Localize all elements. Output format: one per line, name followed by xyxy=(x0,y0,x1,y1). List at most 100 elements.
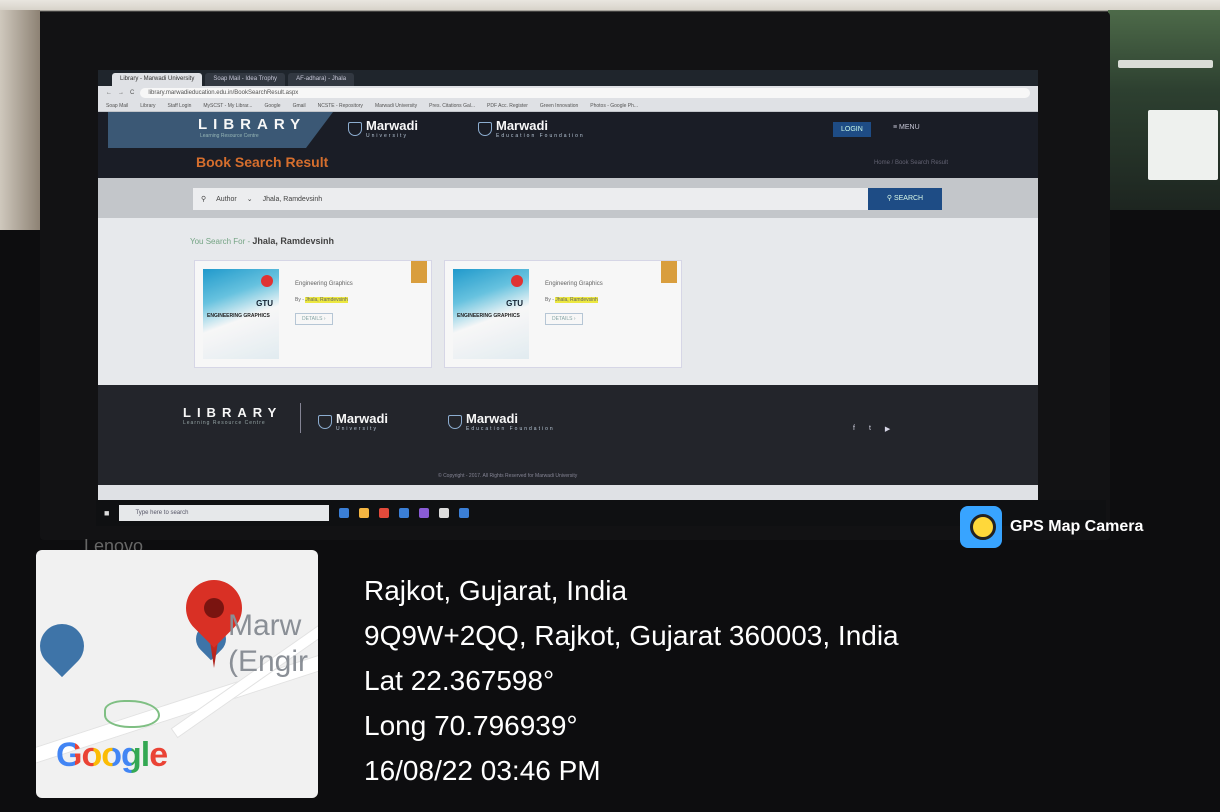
taskbar-app-icon[interactable] xyxy=(459,508,470,518)
library-subtitle: Learning Resource Centre xyxy=(200,133,259,139)
bookmark-item[interactable]: Green Innovation xyxy=(540,103,578,109)
search-summary-label: You Search For - xyxy=(190,237,251,246)
brand-subtitle: University xyxy=(336,426,378,432)
book-title[interactable]: Engineering Graphics xyxy=(545,281,603,287)
google-logo: Google xyxy=(56,736,168,775)
google-wordmark: Google xyxy=(56,736,168,774)
bookmark-ribbon-icon xyxy=(411,261,427,283)
brand-subtitle: Education Foundation xyxy=(496,133,585,139)
bookmark-item[interactable]: Google xyxy=(264,103,280,109)
bookmark-item[interactable]: Staff Login xyxy=(168,103,192,109)
author-name: Jhala, Ramdevsinh xyxy=(305,297,348,303)
cover-title: ENGINEERING GRAPHICS xyxy=(207,313,270,319)
chevron-down-icon[interactable]: ⌄ xyxy=(247,195,253,203)
photo-scene: Library - Marwadi University Soap Mail -… xyxy=(0,0,1220,812)
address-bar-row: ← → C library.marwadieducation.edu.in/Bo… xyxy=(98,86,1038,100)
reload-icon[interactable]: C xyxy=(130,90,134,96)
search-input[interactable]: Jhala, Ramdevsinh xyxy=(263,196,323,203)
taskbar-app-icon[interactable] xyxy=(439,508,450,518)
search-button[interactable]: ⚲ SEARCH xyxy=(868,188,942,210)
bookmark-item[interactable]: NCSTE - Repository xyxy=(318,103,363,109)
author-prefix: By - xyxy=(545,297,554,303)
back-icon[interactable]: ← xyxy=(106,90,112,96)
forward-icon[interactable]: → xyxy=(118,90,124,96)
gps-app-name: GPS Map Camera xyxy=(1010,518,1144,535)
site-footer: LIBRARY Learning Resource Centre Marwadi U… xyxy=(98,385,1038,485)
footer-university-logo[interactable]: Marwadi University xyxy=(318,411,388,432)
shield-icon xyxy=(478,121,492,136)
bookmark-item[interactable]: PDF Acc. Register xyxy=(487,103,528,109)
book-title[interactable]: Engineering Graphics xyxy=(295,281,353,287)
browser-tab[interactable]: AF-adhara) - Jhala xyxy=(288,73,355,86)
results-section: You Search For - Jhala, Ramdevsinh GTU E… xyxy=(98,218,1038,385)
windows-start-icon[interactable]: ■ xyxy=(104,508,109,518)
gps-camera-icon xyxy=(960,506,1002,548)
gps-app-badge: GPS Map Camera xyxy=(960,506,1143,548)
cover-brand: GTU xyxy=(256,299,273,308)
taskbar-search-input[interactable]: Type here to search xyxy=(119,505,330,521)
bookmark-item[interactable]: Library xyxy=(140,103,155,109)
brand-subtitle: Education Foundation xyxy=(466,426,555,432)
brand-name: Marwadi xyxy=(496,118,549,133)
marwadi-university-logo[interactable]: Marwadi University xyxy=(348,118,418,139)
cover-dot xyxy=(261,275,273,287)
bookmark-item[interactable]: MySCST - My Librar... xyxy=(203,103,252,109)
map-thumbnail: Marw (Engir Google xyxy=(36,550,318,798)
breadcrumb[interactable]: Home / Book Search Result xyxy=(874,160,948,166)
bookmark-ribbon-icon xyxy=(661,261,677,283)
address-bar[interactable]: library.marwadieducation.edu.in/BookSear… xyxy=(140,88,1030,98)
details-button[interactable]: DETAILS › xyxy=(295,313,333,325)
brand-subtitle: University xyxy=(366,133,408,139)
cover-brand: GTU xyxy=(506,299,523,308)
book-card[interactable]: GTU ENGINEERING GRAPHICS Engineering Gra… xyxy=(444,260,682,368)
bookmark-item[interactable]: Soap Mail xyxy=(106,103,128,109)
shield-icon xyxy=(318,414,332,429)
search-summary: You Search For - Jhala, Ramdevsinh xyxy=(190,236,334,246)
taskbar-app-icon[interactable] xyxy=(359,508,370,518)
footer-education-logo[interactable]: Marwadi Education Foundation xyxy=(448,411,555,432)
taskbar-app-icon[interactable] xyxy=(419,508,430,518)
bookmarks-bar: Soap Mail Library Staff Login MySCST - M… xyxy=(98,100,1038,112)
facebook-icon[interactable]: f xyxy=(853,425,855,433)
author-name: Jhala, Ramdevsinh xyxy=(555,297,598,303)
book-cover[interactable]: GTU ENGINEERING GRAPHICS xyxy=(453,269,529,359)
search-field-select[interactable]: Author xyxy=(216,196,237,203)
brand-name: Marwadi xyxy=(466,411,519,426)
background-bookshelf xyxy=(1108,10,1220,210)
map-label-line: Marw xyxy=(228,609,302,642)
map-area-outline xyxy=(104,700,160,728)
bookmark-item[interactable]: Pres. Citations Gal... xyxy=(429,103,475,109)
cover-title: ENGINEERING GRAPHICS xyxy=(457,313,520,319)
footer-library-logo[interactable]: LIBRARY Learning Resource Centre xyxy=(183,405,282,426)
details-button[interactable]: DETAILS › xyxy=(545,313,583,325)
book-card[interactable]: GTU ENGINEERING GRAPHICS Engineering Gra… xyxy=(194,260,432,368)
twitter-icon[interactable]: t xyxy=(869,425,871,433)
gps-address: 9Q9W+2QQ, Rajkot, Gujarat 360003, India xyxy=(364,620,899,651)
social-links: f t ▶ xyxy=(853,425,890,433)
search-icon: ⚲ xyxy=(201,196,207,203)
taskbar-app-icon[interactable] xyxy=(379,508,390,518)
map-label-line: (Engir xyxy=(228,645,309,678)
browser-tab[interactable]: Soap Mail - Idea Trophy xyxy=(205,73,286,86)
author-prefix: By - xyxy=(295,297,304,303)
marwadi-education-logo[interactable]: Marwadi Education Foundation xyxy=(478,118,585,139)
gps-city: Rajkot, Gujarat, India xyxy=(364,575,628,606)
login-button[interactable]: LOGIN xyxy=(833,122,871,137)
taskbar-app-icon[interactable] xyxy=(339,508,350,518)
menu-button[interactable]: ≡ MENU xyxy=(893,124,920,131)
browser-tab[interactable]: Library - Marwadi University xyxy=(112,73,203,86)
search-box[interactable]: ⚲ Author ⌄ Jhala, Ramdevsinh xyxy=(193,188,868,210)
bookmark-item[interactable]: Photos - Google Ph... xyxy=(590,103,638,109)
gps-datetime: 16/08/22 03:46 PM xyxy=(364,755,601,786)
footer-divider xyxy=(300,403,301,433)
book-author: By - Jhala, Ramdevsinh xyxy=(545,297,598,303)
bookmark-item[interactable]: Gmail xyxy=(293,103,306,109)
book-cover[interactable]: GTU ENGINEERING GRAPHICS xyxy=(203,269,279,359)
search-bar: ⚲ Author ⌄ Jhala, Ramdevsinh ⚲ SEARCH xyxy=(98,178,1038,218)
taskbar-app-icon[interactable] xyxy=(399,508,410,518)
bookmark-item[interactable]: Marwadi University xyxy=(375,103,417,109)
youtube-icon[interactable]: ▶ xyxy=(885,425,890,433)
search-button-label: SEARCH xyxy=(893,195,924,202)
footer-library-subtitle: Learning Resource Centre xyxy=(183,420,266,426)
library-title: LIBRARY xyxy=(198,116,307,133)
